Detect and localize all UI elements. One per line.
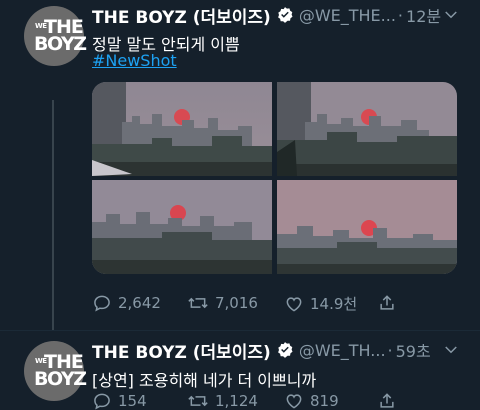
- share-icon: [380, 295, 394, 310]
- photo[interactable]: [92, 180, 272, 274]
- avatar[interactable]: WE THE BOYZ: [24, 6, 87, 66]
- retweet-count: 1,124: [215, 392, 258, 410]
- retweet-button[interactable]: 7,016: [187, 293, 258, 313]
- verified-badge-icon: [276, 341, 294, 359]
- like-button[interactable]: 14.9천: [284, 293, 357, 314]
- share-icon: [380, 393, 394, 408]
- avatar-text: BOYZ: [34, 33, 87, 55]
- verified-badge-icon: [276, 6, 294, 24]
- display-name[interactable]: THE BOYZ (더보이즈): [92, 3, 271, 28]
- tweet-actions: 154 1,124 819: [92, 391, 462, 410]
- timestamp[interactable]: 59초: [396, 338, 431, 362]
- like-count: 819: [310, 392, 339, 410]
- media-grid: [92, 82, 457, 274]
- hashtag-link[interactable]: #NewShot: [92, 51, 177, 70]
- separator-dot: ·: [397, 5, 404, 25]
- like-count: 14.9천: [310, 295, 358, 313]
- separator-dot: ·: [387, 340, 393, 360]
- timestamp[interactable]: 12분: [406, 3, 441, 27]
- like-icon: [286, 296, 302, 312]
- avatar-text: BOYZ: [34, 368, 87, 390]
- reply-button[interactable]: 154: [92, 391, 147, 410]
- reply-icon: [94, 393, 110, 410]
- tweet-header: THE BOYZ (더보이즈) @WE_TH... · 59초: [92, 338, 431, 363]
- reply-count: 2,642: [118, 294, 161, 312]
- user-handle[interactable]: @WE_TH...: [299, 341, 386, 360]
- chevron-down-icon[interactable]: [442, 341, 460, 359]
- retweet-button[interactable]: 1,124: [187, 391, 258, 410]
- user-handle[interactable]: @WE_THE...: [299, 6, 396, 25]
- photo[interactable]: [277, 82, 457, 176]
- share-button[interactable]: [377, 391, 403, 410]
- display-name[interactable]: THE BOYZ (더보이즈): [92, 338, 271, 363]
- share-button[interactable]: [377, 293, 403, 313]
- reply-button[interactable]: 2,642: [92, 293, 161, 313]
- tweet-header: THE BOYZ (더보이즈) @WE_THE... · 12분: [92, 3, 441, 28]
- tweet-text: [상연] 조용히해 네가 더 이쁘니까: [92, 371, 317, 390]
- chevron-down-icon[interactable]: [442, 6, 460, 24]
- retweet-icon: [188, 297, 208, 309]
- tweet-actions: 2,642 7,016 14.9천: [92, 293, 462, 315]
- avatar[interactable]: WE THE BOYZ: [24, 341, 87, 401]
- photo[interactable]: [92, 82, 272, 176]
- photo[interactable]: [277, 180, 457, 274]
- like-button[interactable]: 819: [284, 391, 339, 410]
- reply-icon: [94, 295, 110, 312]
- retweet-icon: [188, 395, 208, 407]
- tweet[interactable]: WE THE BOYZ THE BOYZ (더보이즈) @WE_THE... ·…: [0, 0, 480, 330]
- retweet-count: 7,016: [215, 294, 258, 312]
- reply-count: 154: [118, 392, 147, 410]
- like-icon: [286, 394, 302, 409]
- tweet[interactable]: WE THE BOYZ THE BOYZ (더보이즈) @WE_TH... · …: [0, 330, 480, 410]
